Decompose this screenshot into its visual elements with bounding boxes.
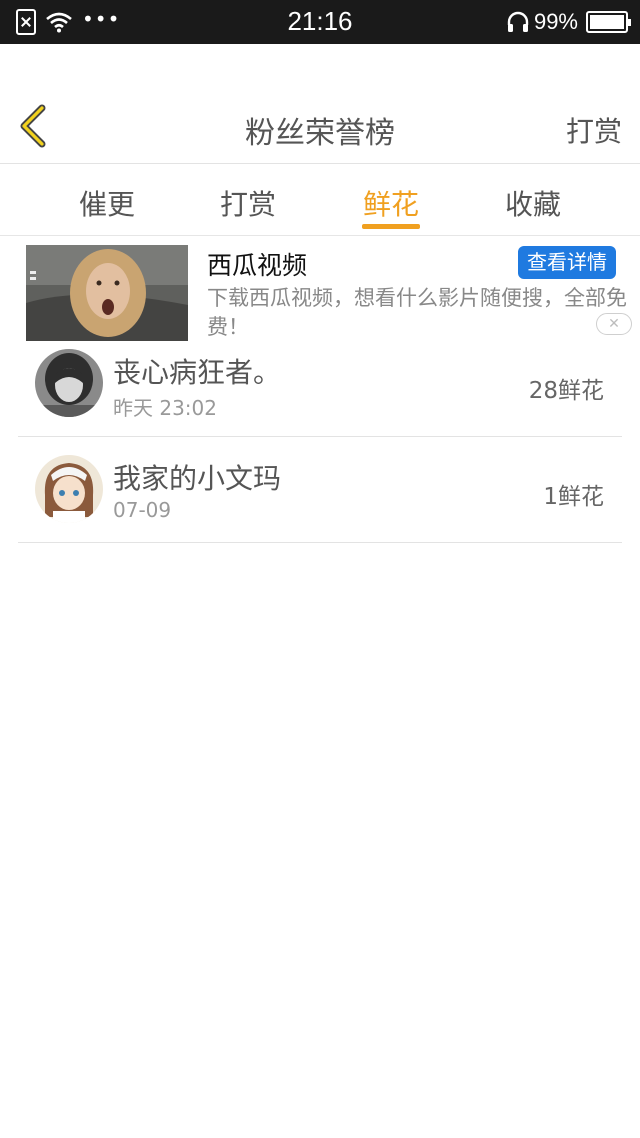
ad-title: 西瓜视频	[207, 251, 308, 280]
avatar[interactable]	[35, 455, 103, 523]
tab-flowers[interactable]: 鲜花	[363, 183, 419, 223]
active-tab-indicator	[362, 224, 420, 229]
battery-level-fill	[590, 15, 624, 29]
ad-view-details-button[interactable]: 查看详情	[518, 246, 616, 279]
page-header: 粉丝荣誉榜 打赏	[0, 88, 640, 164]
fan-list-item[interactable]: 我家的小文玛 07-09 1鲜花	[18, 437, 622, 543]
avatar[interactable]	[35, 349, 103, 417]
tab-urge[interactable]: 催更	[79, 183, 135, 223]
ad-thumbnail-image[interactable]	[26, 245, 188, 341]
fan-name: 我家的小文玛	[113, 462, 282, 495]
page-title: 粉丝荣誉榜	[245, 116, 395, 151]
status-right-icons: 99%	[506, 9, 631, 35]
battery-icon	[586, 11, 631, 33]
tab-reward[interactable]: 打赏	[220, 183, 276, 223]
ad-banner[interactable]: 西瓜视频 查看详情 下载西瓜视频，想看什么影片随便搜，全部免费！	[0, 240, 640, 344]
tab-bar: 催更 打赏 鲜花 收藏	[0, 165, 640, 236]
flower-count: 1鲜花	[543, 484, 604, 510]
flower-count: 28鲜花	[528, 378, 604, 404]
reward-button[interactable]: 打赏	[566, 110, 622, 150]
status-bar: ••• 21:16 99%	[0, 0, 640, 44]
headphone-icon	[507, 11, 529, 32]
tab-favorites[interactable]: 收藏	[505, 183, 561, 223]
fan-time: 07-09	[113, 498, 172, 522]
fan-time: 昨天 23:02	[113, 396, 217, 420]
fan-list-item[interactable]: 丧心病狂者。 昨天 23:02 28鲜花	[18, 331, 622, 437]
fan-name: 丧心病狂者。	[113, 356, 282, 389]
battery-percent: 99%	[533, 9, 578, 34]
